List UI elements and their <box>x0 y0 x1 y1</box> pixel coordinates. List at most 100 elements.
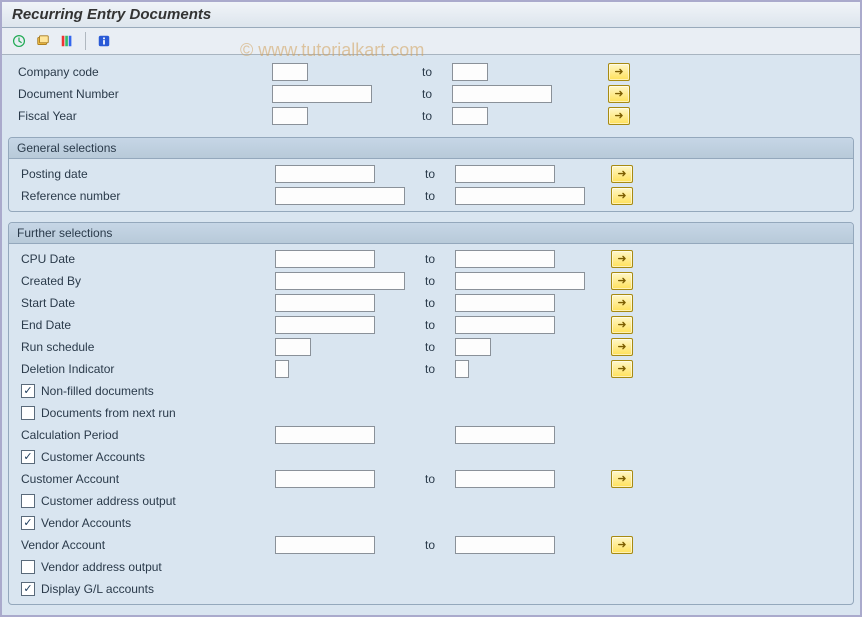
folder-stack-icon <box>36 33 50 49</box>
created-by-multi-button[interactable]: ➜ <box>611 272 633 290</box>
company-code-from-input[interactable] <box>272 63 308 81</box>
selection-options-button[interactable] <box>58 32 76 50</box>
vendor-account-to-input[interactable] <box>455 536 555 554</box>
arrow-right-icon: ➜ <box>617 364 626 375</box>
fiscal-year-multi-button[interactable]: ➜ <box>608 107 630 125</box>
vendor-account-multi-button[interactable]: ➜ <box>611 536 633 554</box>
info-icon <box>97 33 111 49</box>
run-schedule-to-input[interactable] <box>455 338 491 356</box>
row-cpu-date: CPU Date to ➜ <box>11 248 851 270</box>
cpu-date-to-input[interactable] <box>455 250 555 268</box>
label-display-gl: Display G/L accounts <box>41 582 154 596</box>
to-label: to <box>425 538 455 552</box>
customer-address-output-checkbox[interactable] <box>21 494 35 508</box>
non-filled-checkbox[interactable] <box>21 384 35 398</box>
vendor-account-from-input[interactable] <box>275 536 375 554</box>
arrow-right-icon: ➜ <box>617 254 626 265</box>
label-posting-date: Posting date <box>21 167 88 181</box>
customer-account-multi-button[interactable]: ➜ <box>611 470 633 488</box>
display-gl-checkbox[interactable] <box>21 582 35 596</box>
label-company-code: Company code <box>18 65 99 79</box>
posting-date-multi-button[interactable]: ➜ <box>611 165 633 183</box>
group-title-further: Further selections <box>9 223 853 244</box>
to-label: to <box>422 109 452 123</box>
document-number-to-input[interactable] <box>452 85 552 103</box>
document-number-from-input[interactable] <box>272 85 372 103</box>
execute-button[interactable] <box>10 32 28 50</box>
docs-next-run-checkbox[interactable] <box>21 406 35 420</box>
vendor-address-output-checkbox[interactable] <box>21 560 35 574</box>
arrow-right-icon: ➜ <box>617 169 626 180</box>
deletion-indicator-to-input[interactable] <box>455 360 469 378</box>
start-date-from-input[interactable] <box>275 294 375 312</box>
company-code-multi-button[interactable]: ➜ <box>608 63 630 81</box>
customer-accounts-checkbox[interactable] <box>21 450 35 464</box>
label-created-by: Created By <box>21 274 81 288</box>
app-toolbar <box>2 28 860 55</box>
page-title: Recurring Entry Documents <box>12 6 850 23</box>
label-calculation-period: Calculation Period <box>21 428 118 442</box>
to-label: to <box>425 189 455 203</box>
row-start-date: Start Date to ➜ <box>11 292 851 314</box>
to-label: to <box>422 65 452 79</box>
get-variant-button[interactable] <box>34 32 52 50</box>
to-label: to <box>425 167 455 181</box>
fiscal-year-to-input[interactable] <box>452 107 488 125</box>
arrow-right-icon: ➜ <box>617 342 626 353</box>
to-label: to <box>425 274 455 288</box>
end-date-to-input[interactable] <box>455 316 555 334</box>
reference-number-from-input[interactable] <box>275 187 405 205</box>
reference-number-to-input[interactable] <box>455 187 585 205</box>
document-number-multi-button[interactable]: ➜ <box>608 85 630 103</box>
end-date-from-input[interactable] <box>275 316 375 334</box>
reference-number-multi-button[interactable]: ➜ <box>611 187 633 205</box>
start-date-multi-button[interactable]: ➜ <box>611 294 633 312</box>
calculation-period-from-input[interactable] <box>275 426 375 444</box>
label-customer-account: Customer Account <box>21 472 119 486</box>
end-date-multi-button[interactable]: ➜ <box>611 316 633 334</box>
to-label: to <box>425 252 455 266</box>
to-label: to <box>422 87 452 101</box>
created-by-to-input[interactable] <box>455 272 585 290</box>
deletion-indicator-from-input[interactable] <box>275 360 289 378</box>
customer-account-to-input[interactable] <box>455 470 555 488</box>
row-non-filled: Non-filled documents <box>11 380 851 402</box>
label-customer-address-output: Customer address output <box>41 494 176 508</box>
to-label: to <box>425 296 455 310</box>
label-deletion-indicator: Deletion Indicator <box>21 362 114 376</box>
posting-date-to-input[interactable] <box>455 165 555 183</box>
label-non-filled: Non-filled documents <box>41 384 154 398</box>
posting-date-from-input[interactable] <box>275 165 375 183</box>
row-end-date: End Date to ➜ <box>11 314 851 336</box>
label-vendor-account: Vendor Account <box>21 538 105 552</box>
run-schedule-from-input[interactable] <box>275 338 311 356</box>
row-reference-number: Reference number to ➜ <box>11 185 851 207</box>
row-deletion-indicator: Deletion Indicator to ➜ <box>11 358 851 380</box>
label-reference-number: Reference number <box>21 189 120 203</box>
label-cpu-date: CPU Date <box>21 252 75 266</box>
row-customer-account: Customer Account to ➜ <box>11 468 851 490</box>
info-button[interactable] <box>95 32 113 50</box>
row-vendor-accounts: Vendor Accounts <box>11 512 851 534</box>
label-document-number: Document Number <box>18 87 119 101</box>
title-bar: Recurring Entry Documents <box>2 2 860 28</box>
created-by-from-input[interactable] <box>275 272 405 290</box>
row-company-code: Company code to ➜ <box>8 61 854 83</box>
row-customer-address-output: Customer address output <box>11 490 851 512</box>
arrow-right-icon: ➜ <box>617 540 626 551</box>
cpu-date-from-input[interactable] <box>275 250 375 268</box>
fiscal-year-from-input[interactable] <box>272 107 308 125</box>
arrow-right-icon: ➜ <box>617 276 626 287</box>
row-fiscal-year: Fiscal Year to ➜ <box>8 105 854 127</box>
customer-account-from-input[interactable] <box>275 470 375 488</box>
run-schedule-multi-button[interactable]: ➜ <box>611 338 633 356</box>
cpu-date-multi-button[interactable]: ➜ <box>611 250 633 268</box>
label-start-date: Start Date <box>21 296 75 310</box>
company-code-to-input[interactable] <box>452 63 488 81</box>
deletion-indicator-multi-button[interactable]: ➜ <box>611 360 633 378</box>
start-date-to-input[interactable] <box>455 294 555 312</box>
label-docs-next-run: Documents from next run <box>41 406 176 420</box>
vendor-accounts-checkbox[interactable] <box>21 516 35 530</box>
arrow-right-icon: ➜ <box>614 111 623 122</box>
calculation-period-to-input[interactable] <box>455 426 555 444</box>
